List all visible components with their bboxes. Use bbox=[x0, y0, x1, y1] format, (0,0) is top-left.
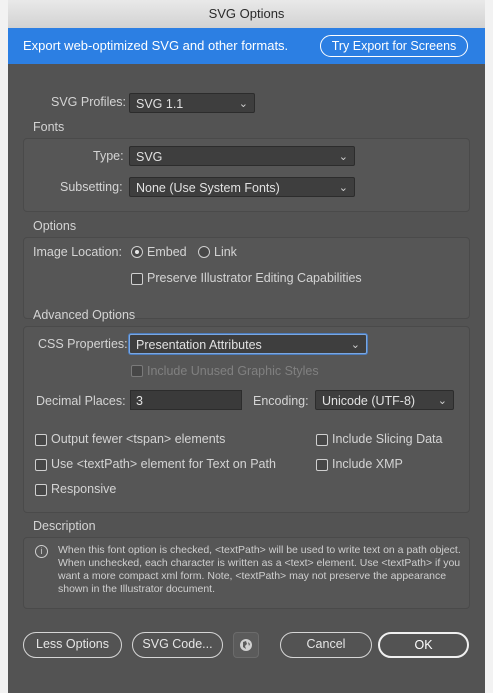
description-text: When this font option is checked, <textP… bbox=[58, 544, 461, 595]
options-title: Options bbox=[33, 219, 77, 233]
preserve-editing-checkbox[interactable] bbox=[131, 273, 143, 285]
background-document-left bbox=[0, 0, 8, 693]
css-properties-label: CSS Properties: bbox=[38, 337, 128, 351]
dialog-title: SVG Options bbox=[8, 0, 485, 29]
preserve-editing-label[interactable]: Preserve Illustrator Editing Capabilitie… bbox=[147, 271, 362, 285]
info-icon: i bbox=[35, 545, 48, 558]
font-type-select[interactable]: SVG ⌄ bbox=[129, 146, 355, 166]
encoding-value: Unicode (UTF-8) bbox=[322, 394, 416, 408]
css-properties-value: Presentation Attributes bbox=[136, 338, 262, 352]
decimal-places-label: Decimal Places: bbox=[36, 394, 126, 408]
link-radio[interactable] bbox=[198, 246, 210, 258]
include-xmp-checkbox[interactable] bbox=[316, 459, 328, 471]
svg-profiles-value: SVG 1.1 bbox=[136, 97, 184, 111]
chevron-down-icon: ⌄ bbox=[350, 339, 360, 351]
chevron-down-icon: ⌄ bbox=[238, 98, 248, 110]
globe-button[interactable] bbox=[233, 632, 259, 658]
fonts-title: Fonts bbox=[33, 120, 65, 134]
image-location-label: Image Location: bbox=[33, 245, 122, 259]
embed-radio[interactable] bbox=[131, 246, 143, 258]
try-export-for-screens-button[interactable]: Try Export for Screens bbox=[320, 35, 468, 57]
subsetting-label: Subsetting: bbox=[60, 180, 123, 194]
background-document-right bbox=[485, 0, 493, 693]
use-textpath-checkbox[interactable] bbox=[35, 459, 47, 471]
include-slicing-data-checkbox[interactable] bbox=[316, 434, 328, 446]
globe-icon bbox=[240, 639, 252, 651]
banner-text: Export web-optimized SVG and other forma… bbox=[23, 38, 289, 53]
link-label[interactable]: Link bbox=[214, 245, 237, 259]
chevron-down-icon: ⌄ bbox=[338, 182, 348, 194]
font-type-label: Type: bbox=[93, 149, 124, 163]
subsetting-select[interactable]: None (Use System Fonts) ⌄ bbox=[129, 177, 355, 197]
include-unused-styles-checkbox[interactable] bbox=[131, 365, 143, 377]
encoding-select[interactable]: Unicode (UTF-8) ⌄ bbox=[315, 390, 454, 410]
include-xmp-label[interactable]: Include XMP bbox=[332, 457, 403, 471]
encoding-label: Encoding: bbox=[253, 394, 309, 408]
export-banner: Export web-optimized SVG and other forma… bbox=[8, 28, 485, 64]
chevron-down-icon: ⌄ bbox=[338, 151, 348, 163]
less-options-button[interactable]: Less Options bbox=[23, 632, 122, 658]
svg-options-dialog: Export web-optimized SVG and other forma… bbox=[8, 28, 485, 687]
chevron-down-icon: ⌄ bbox=[437, 395, 447, 407]
embed-label[interactable]: Embed bbox=[147, 245, 187, 259]
output-fewer-tspan-checkbox[interactable] bbox=[35, 434, 47, 446]
ok-button[interactable]: OK bbox=[378, 632, 469, 658]
subsetting-value: None (Use System Fonts) bbox=[136, 181, 280, 195]
svg-code-button[interactable]: SVG Code... bbox=[132, 632, 223, 658]
include-unused-styles-label: Include Unused Graphic Styles bbox=[147, 364, 319, 378]
cancel-button[interactable]: Cancel bbox=[280, 632, 372, 658]
include-slicing-data-label[interactable]: Include Slicing Data bbox=[332, 432, 442, 446]
css-properties-select[interactable]: Presentation Attributes ⌄ bbox=[129, 334, 367, 354]
svg-profiles-label: SVG Profiles: bbox=[51, 95, 127, 109]
use-textpath-label[interactable]: Use <textPath> element for Text on Path bbox=[51, 457, 276, 471]
decimal-places-input[interactable]: 3 bbox=[130, 390, 242, 410]
advanced-options-title: Advanced Options bbox=[33, 308, 136, 322]
responsive-label[interactable]: Responsive bbox=[51, 482, 116, 496]
responsive-checkbox[interactable] bbox=[35, 484, 47, 496]
description-title: Description bbox=[33, 519, 96, 533]
font-type-value: SVG bbox=[136, 150, 163, 164]
svg-profiles-select[interactable]: SVG 1.1 ⌄ bbox=[129, 93, 255, 113]
output-fewer-tspan-label[interactable]: Output fewer <tspan> elements bbox=[51, 432, 225, 446]
